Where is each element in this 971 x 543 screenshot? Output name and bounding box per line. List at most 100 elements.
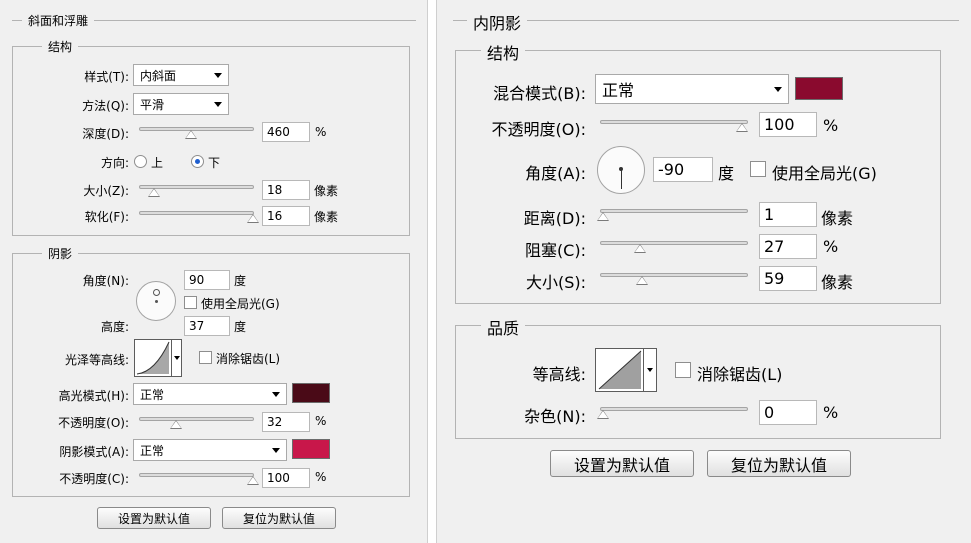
shadow-mode-value: 正常 <box>140 443 165 458</box>
opacity-slider-track[interactable] <box>600 120 748 124</box>
highlight-mode-value: 正常 <box>140 387 165 402</box>
distance-unit: 像素 <box>821 209 854 228</box>
style-label: 样式(T): <box>84 70 129 84</box>
altitude-input[interactable]: 37 <box>184 316 230 336</box>
direction-up-radio[interactable] <box>134 155 147 168</box>
size-unit: 像素 <box>314 184 339 198</box>
soften-slider-track[interactable] <box>139 211 254 215</box>
noise-slider-track[interactable] <box>600 407 748 411</box>
size-input[interactable]: 18 <box>262 180 310 200</box>
anti-alias-checkbox[interactable] <box>199 351 212 364</box>
set-default-button[interactable]: 设置为默认值 <box>97 507 211 529</box>
angle-unit: 度 <box>718 164 735 183</box>
shadow-mode-dropdown[interactable]: 正常 <box>133 439 287 461</box>
contour-dropdown-arrow[interactable] <box>171 340 181 376</box>
size-input[interactable]: 59 <box>759 266 817 291</box>
direction-label: 方向: <box>100 156 129 170</box>
choke-input[interactable]: 27 <box>759 234 817 259</box>
set-default-button[interactable]: 设置为默认值 <box>550 450 694 477</box>
structure-group-title: 结构 <box>42 38 79 55</box>
highlight-mode-label: 高光模式(H): <box>58 389 129 403</box>
highlight-color-swatch[interactable] <box>292 383 330 403</box>
chevron-down-icon <box>272 391 280 397</box>
anti-alias-label: 消除锯齿(L) <box>216 352 281 366</box>
global-light-checkbox[interactable] <box>184 296 197 309</box>
direction-down-radio[interactable] <box>191 155 204 168</box>
chevron-down-icon <box>774 86 782 92</box>
shadow-color-swatch[interactable] <box>795 77 843 100</box>
panel-title-rule <box>453 20 959 21</box>
chevron-down-icon <box>272 447 280 453</box>
angle-dial-needle <box>621 169 622 189</box>
soften-input[interactable]: 16 <box>262 206 310 226</box>
choke-unit: % <box>823 237 839 256</box>
shadow-color-swatch[interactable] <box>292 439 330 459</box>
soften-label: 软化(F): <box>84 210 129 224</box>
angle-label: 角度(A): <box>525 164 586 183</box>
direction-up-label: 上 <box>151 156 164 170</box>
bevel-emboss-panel: 斜面和浮雕 结构 样式(T): 内斜面 方法(Q): 平滑 深度(D): 460… <box>0 0 428 543</box>
size-slider-track[interactable] <box>600 273 748 277</box>
distance-input[interactable]: 1 <box>759 202 817 227</box>
altitude-unit: 度 <box>234 320 247 334</box>
reset-default-button[interactable]: 复位为默认值 <box>707 450 851 477</box>
contour-curve-icon <box>598 350 642 390</box>
noise-input[interactable]: 0 <box>759 400 817 425</box>
contour-dropdown-arrow[interactable] <box>643 349 656 391</box>
opacity-input[interactable]: 100 <box>759 112 817 137</box>
highlight-opacity-label: 不透明度(O): <box>58 416 129 430</box>
angle-dial[interactable] <box>136 281 176 321</box>
anti-alias-checkbox[interactable] <box>675 362 691 378</box>
noise-label: 杂色(N): <box>524 407 586 426</box>
technique-value: 平滑 <box>140 97 165 112</box>
opacity-unit: % <box>823 116 839 135</box>
technique-dropdown[interactable]: 平滑 <box>133 93 229 115</box>
chevron-down-icon <box>647 368 653 372</box>
reset-default-button[interactable]: 复位为默认值 <box>222 507 336 529</box>
highlight-opacity-slider-track[interactable] <box>139 417 254 421</box>
angle-input[interactable]: -90 <box>653 157 713 182</box>
angle-input[interactable]: 90 <box>184 270 230 290</box>
opacity-label: 不透明度(O): <box>491 120 586 139</box>
depth-label: 深度(D): <box>82 127 129 141</box>
size-unit: 像素 <box>821 273 854 292</box>
angle-dial[interactable] <box>597 146 645 194</box>
shadow-opacity-input[interactable]: 100 <box>262 468 310 488</box>
global-light-label: 使用全局光(G) <box>772 164 877 183</box>
panel-title: 内阴影 <box>467 10 528 34</box>
choke-label: 阻塞(C): <box>524 241 586 260</box>
gloss-contour-label: 光泽等高线: <box>64 353 129 367</box>
structure-group-title: 结构 <box>481 40 526 64</box>
angle-label: 角度(N): <box>82 274 129 288</box>
panel-title: 斜面和浮雕 <box>22 12 95 29</box>
blend-mode-value: 正常 <box>602 81 635 100</box>
gloss-contour-picker[interactable] <box>134 339 182 377</box>
distance-slider-track[interactable] <box>600 209 748 213</box>
highlight-opacity-input[interactable]: 32 <box>262 412 310 432</box>
global-light-checkbox[interactable] <box>750 161 766 177</box>
blend-mode-dropdown[interactable]: 正常 <box>595 74 789 104</box>
style-dropdown[interactable]: 内斜面 <box>133 64 229 86</box>
highlight-mode-dropdown[interactable]: 正常 <box>133 383 287 405</box>
style-value: 内斜面 <box>140 68 177 83</box>
technique-label: 方法(Q): <box>82 99 129 113</box>
chevron-down-icon <box>214 72 222 78</box>
shadow-mode-label: 阴影模式(A): <box>59 445 129 459</box>
contour-picker[interactable] <box>595 348 657 392</box>
size-label: 大小(S): <box>525 273 586 292</box>
angle-dial-center <box>155 300 158 303</box>
highlight-opacity-unit: % <box>315 414 327 428</box>
shadow-opacity-slider-track[interactable] <box>139 473 254 477</box>
angle-unit: 度 <box>234 274 247 288</box>
chevron-down-icon <box>173 356 180 360</box>
angle-dial-center <box>619 167 623 171</box>
choke-slider-track[interactable] <box>600 241 748 245</box>
depth-input[interactable]: 460 <box>262 122 310 142</box>
global-light-label: 使用全局光(G) <box>201 297 280 311</box>
shadow-opacity-label: 不透明度(C): <box>59 472 129 486</box>
noise-unit: % <box>823 403 839 422</box>
contour-curve-icon <box>136 341 170 375</box>
soften-unit: 像素 <box>314 210 339 224</box>
distance-label: 距离(D): <box>523 209 586 228</box>
blend-mode-label: 混合模式(B): <box>493 84 586 103</box>
